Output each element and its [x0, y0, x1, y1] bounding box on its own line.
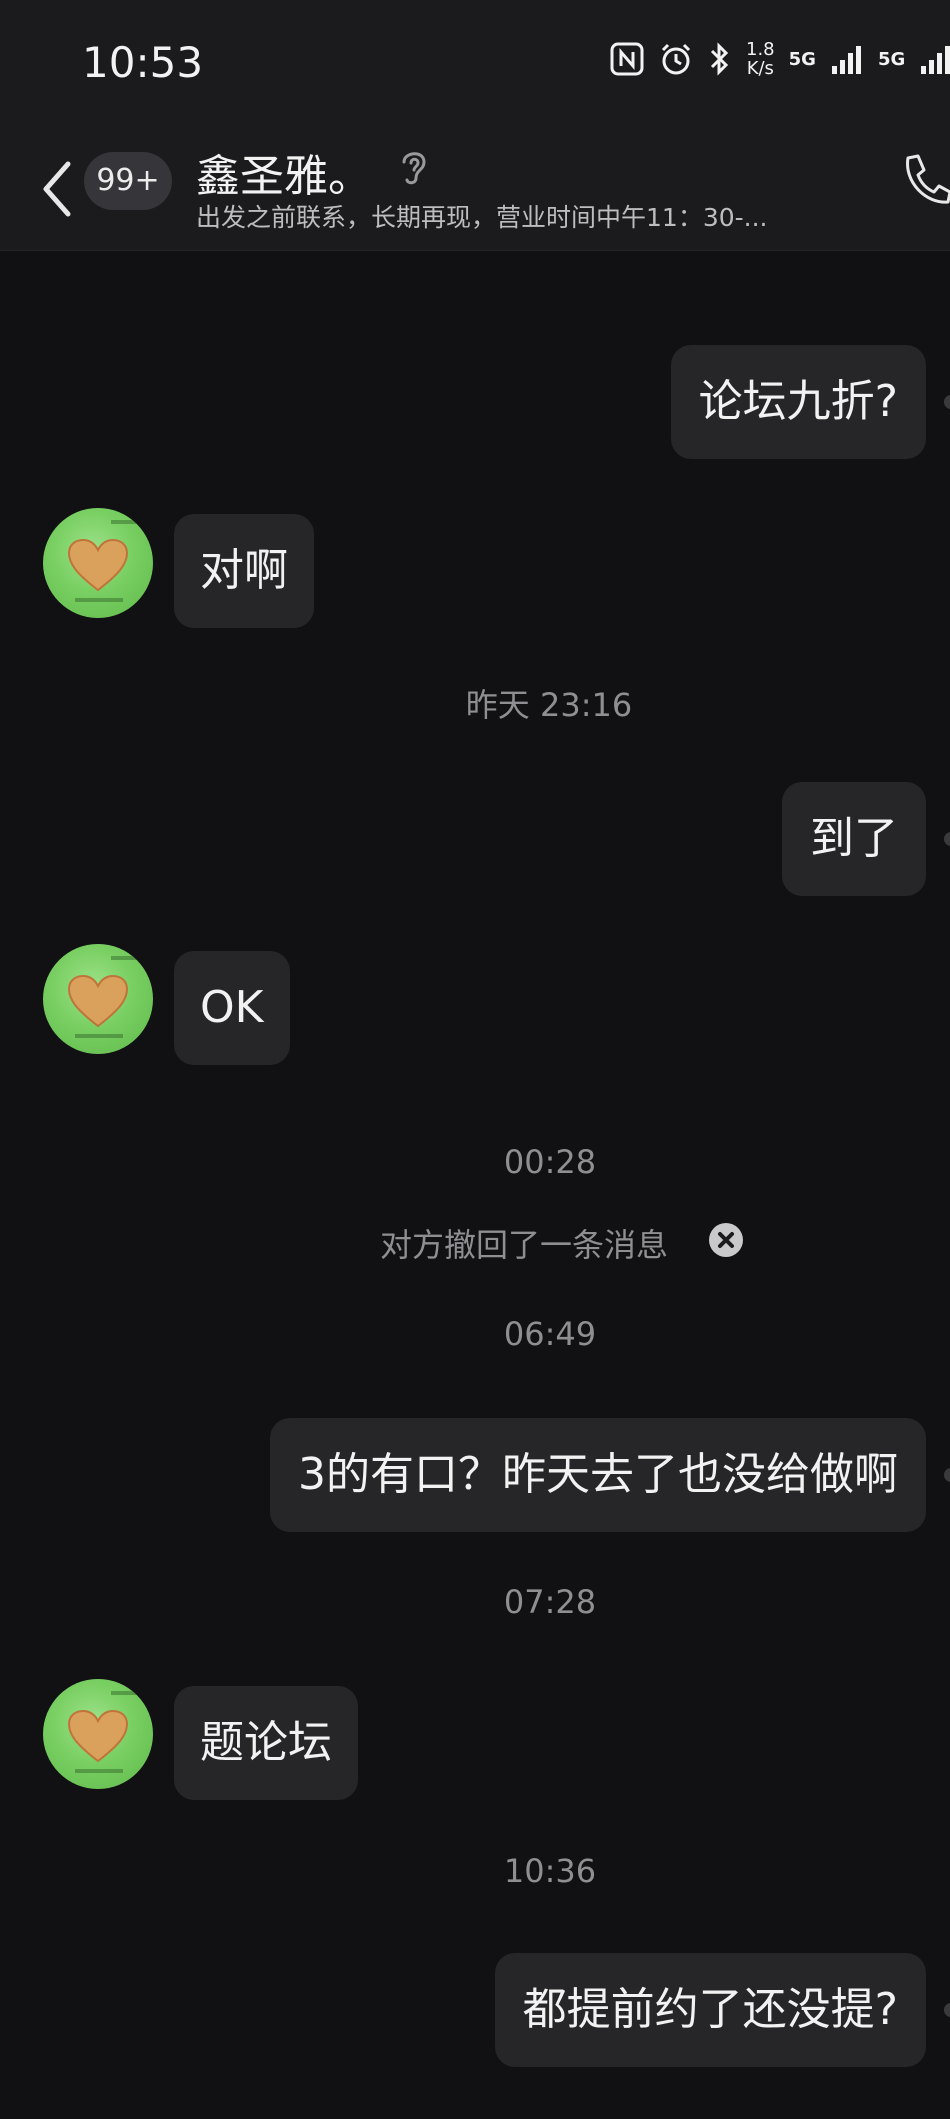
status-icons: 1.8 K/s 5G 5G: [610, 40, 950, 78]
outgoing-message[interactable]: 论坛九折?: [670, 345, 926, 459]
outgoing-avatar-edge: [944, 2003, 950, 2017]
outgoing-message[interactable]: 都提前约了还没提?: [494, 1953, 926, 2067]
timestamp: 10:36: [503, 1852, 597, 1890]
alarm-icon: [661, 43, 691, 75]
contact-subtitle: 出发之前联系，长期再现，营业时间中午11：30-...: [196, 203, 768, 232]
timestamp: 昨天 23:16: [465, 686, 633, 724]
phone-icon[interactable]: [900, 152, 950, 208]
nfc-icon: [610, 42, 644, 76]
status-time: 10:53: [82, 38, 204, 87]
chevron-left-icon[interactable]: [38, 154, 78, 224]
incoming-message[interactable]: OK: [174, 951, 290, 1065]
unread-badge[interactable]: 99+: [84, 152, 172, 210]
contact-avatar[interactable]: [43, 944, 153, 1054]
ear-icon[interactable]: [396, 146, 432, 188]
contact-avatar[interactable]: [43, 508, 153, 618]
speed-value: 1.8: [746, 39, 775, 60]
bluetooth-icon: [710, 42, 729, 76]
heart-icon: [67, 538, 129, 592]
recall-notice: 对方撤回了一条消息: [380, 1226, 669, 1264]
speed-unit: K/s: [746, 58, 774, 79]
network-speed: 1.8 K/s: [746, 40, 775, 78]
timestamp: 07:28: [503, 1583, 597, 1621]
avatar-mark: [75, 1034, 123, 1038]
network-type-1: 5G: [788, 48, 816, 70]
incoming-message[interactable]: 题论坛: [174, 1686, 358, 1800]
heart-icon: [67, 1709, 129, 1763]
timestamp: 06:49: [503, 1315, 597, 1353]
signal-icon: [921, 46, 950, 74]
network-type-2: 5G: [877, 48, 906, 70]
outgoing-message[interactable]: 3的有口？昨天去了也没给做啊: [270, 1418, 926, 1532]
outgoing-message[interactable]: 到了: [782, 782, 926, 896]
avatar-mark: [75, 1769, 123, 1773]
heart-icon: [67, 974, 129, 1028]
status-bar: 10:53 1.8 K/s 5G 5G: [0, 0, 950, 128]
avatar-mark: [75, 598, 123, 602]
close-icon[interactable]: [708, 1222, 744, 1258]
outgoing-avatar-edge: [944, 832, 950, 846]
avatar-mark: [111, 956, 139, 960]
timestamp: 00:28: [503, 1143, 597, 1181]
outgoing-avatar-edge: [944, 395, 950, 409]
contact-name[interactable]: 鑫圣雅。: [196, 140, 372, 204]
signal-icon: [831, 46, 861, 74]
outgoing-avatar-edge: [944, 1468, 950, 1482]
incoming-message[interactable]: 对啊: [174, 514, 314, 628]
avatar-mark: [111, 520, 139, 524]
contact-avatar[interactable]: [43, 1679, 153, 1789]
avatar-mark: [111, 1691, 139, 1695]
